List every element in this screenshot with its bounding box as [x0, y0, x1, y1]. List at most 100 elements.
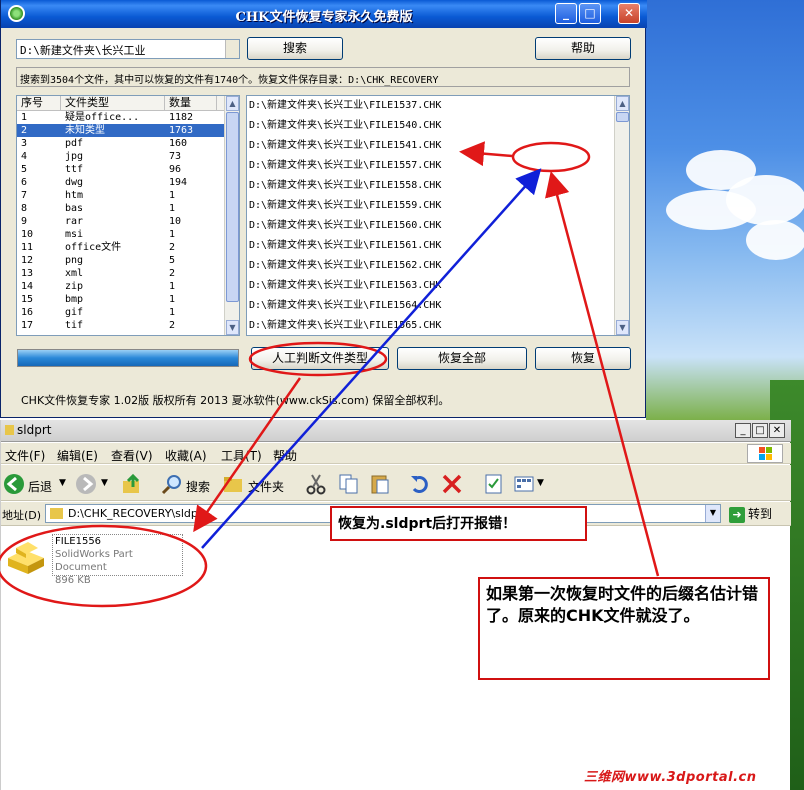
maximize-button[interactable]: □ [752, 423, 768, 438]
table-row[interactable]: 6 dwg 194 [17, 176, 239, 189]
table-row[interactable]: 9 rar 10 [17, 215, 239, 228]
list-item[interactable]: D:\新建文件夹\长兴工业\FILE1564.CHK [247, 296, 629, 316]
table-row[interactable]: 2 未知类型 1763 [17, 124, 239, 137]
table-row[interactable]: 1 疑是office... 1182 [17, 111, 239, 124]
close-button[interactable]: ✕ [618, 3, 640, 24]
forward-arrow-icon[interactable] [75, 473, 97, 495]
scroll-up-icon[interactable]: ▲ [616, 96, 629, 111]
row-type: msi [65, 229, 84, 240]
copy-icon[interactable] [338, 473, 360, 495]
file-size: 896 KB [55, 575, 91, 586]
row-count: 2 [169, 242, 176, 253]
folders-icon[interactable] [222, 473, 244, 495]
folders-button[interactable]: 文件夹 [248, 478, 284, 495]
status-text: 搜索到3504个文件，其中可以恢复的文件有1740个。恢复文件保存目录：D:\C… [16, 67, 630, 87]
column-header-type[interactable]: 文件类型 [61, 96, 165, 110]
scroll-thumb[interactable] [226, 112, 239, 302]
table-row[interactable]: 8 bas 1 [17, 202, 239, 215]
row-index: 6 [21, 177, 28, 188]
annotation-warning-note: 如果第一次恢复时文件的后缀名估计错了。原来的CHK文件就没了。 [478, 577, 770, 680]
table-row[interactable]: 3 pdf 160 [17, 137, 239, 150]
table-row[interactable]: 17 tif 2 [17, 319, 239, 332]
search-button[interactable]: 搜索 [247, 37, 343, 60]
table-row[interactable]: 14 zip 1 [17, 280, 239, 293]
list-item[interactable]: D:\新建文件夹\长兴工业\FILE1541.CHK [247, 136, 629, 156]
table-row[interactable]: 16 gif 1 [17, 306, 239, 319]
list-item[interactable]: D:\新建文件夹\长兴工业\FILE1558.CHK [247, 176, 629, 196]
windows-logo-icon [747, 444, 783, 463]
file-type-table[interactable]: 序号 文件类型 数量 1 疑是office... 1182 2 未知类型 1763 3 pdf… [16, 95, 240, 336]
scroll-up-icon[interactable]: ▲ [226, 96, 239, 111]
progress-bar [17, 349, 239, 367]
scroll-down-icon[interactable]: ▼ [226, 320, 239, 335]
path-dropdown[interactable] [225, 40, 239, 58]
properties-icon[interactable] [483, 473, 505, 495]
menu-view[interactable]: 查看(V) [111, 447, 153, 464]
table-row[interactable]: 5 ttf 96 [17, 163, 239, 176]
list-item[interactable]: D:\新建文件夹\长兴工业\FILE1563.CHK [247, 276, 629, 296]
delete-icon[interactable] [441, 473, 463, 495]
help-button[interactable]: 帮助 [535, 37, 631, 60]
forward-dropdown-icon[interactable]: ▼ [101, 478, 108, 488]
list-item[interactable]: D:\新建文件夹\长兴工业\FILE1559.CHK [247, 196, 629, 216]
row-count: 1763 [169, 125, 194, 136]
scroll-down-icon[interactable]: ▼ [616, 320, 629, 335]
menu-edit[interactable]: 编辑(E) [57, 447, 98, 464]
row-count: 1182 [169, 112, 194, 123]
menu-favorites[interactable]: 收藏(A) [165, 447, 207, 464]
back-dropdown-icon[interactable]: ▼ [59, 478, 66, 488]
row-count: 10 [169, 216, 182, 227]
list-item[interactable]: D:\新建文件夹\长兴工业\FILE1560.CHK [247, 216, 629, 236]
restore-button[interactable]: 恢复 [535, 347, 631, 370]
table-row[interactable]: 12 png 5 [17, 254, 239, 267]
address-label: 地址(D) [2, 509, 42, 522]
menu-help[interactable]: 帮助 [273, 447, 297, 464]
row-index: 15 [21, 294, 34, 305]
back-button[interactable]: 后退 [28, 478, 52, 495]
maximize-button[interactable]: □ [579, 3, 601, 24]
list-item[interactable]: D:\新建文件夹\长兴工业\FILE1565.CHK [247, 316, 629, 335]
list-item[interactable]: D:\新建文件夹\长兴工业\FILE1562.CHK [247, 256, 629, 276]
list-item[interactable]: D:\新建文件夹\长兴工业\FILE1540.CHK [247, 116, 629, 136]
close-button[interactable]: ✕ [769, 423, 785, 438]
menu-file[interactable]: 文件(F) [5, 447, 45, 464]
list-item[interactable]: D:\新建文件夹\长兴工业\FILE1537.CHK [247, 96, 629, 116]
search-icon[interactable] [161, 473, 183, 495]
file-item[interactable]: FILE1556 SolidWorks Part Document 896 KB [4, 534, 184, 586]
views-icon[interactable] [513, 473, 535, 495]
cut-icon[interactable] [305, 473, 327, 495]
table-row[interactable]: 13 xml 2 [17, 267, 239, 280]
table-row[interactable]: 7 htm 1 [17, 189, 239, 202]
window-title: CHK文件恢复专家永久免费版 [235, 10, 413, 25]
row-count: 73 [169, 151, 182, 162]
manual-type-button[interactable]: 人工判断文件类型 [251, 347, 389, 370]
path-input[interactable]: D:\新建文件夹\长兴工业 [16, 39, 240, 59]
column-header-count[interactable]: 数量 [165, 96, 217, 110]
table-row[interactable]: 15 bmp 1 [17, 293, 239, 306]
column-header-index[interactable]: 序号 [17, 96, 61, 110]
table-row[interactable]: 4 jpg 73 [17, 150, 239, 163]
file-list-scrollbar[interactable]: ▲ ▼ [614, 96, 629, 335]
list-item[interactable]: D:\新建文件夹\长兴工业\FILE1561.CHK [247, 236, 629, 256]
chk-file-list[interactable]: D:\新建文件夹\长兴工业\FILE1537.CHK D:\新建文件夹\长兴工业\… [246, 95, 630, 336]
list-item[interactable]: D:\新建文件夹\长兴工业\FILE1557.CHK [247, 156, 629, 176]
go-button[interactable]: ➜ 转到 [729, 505, 772, 523]
row-count: 1 [169, 229, 176, 240]
menu-tools[interactable]: 工具(T) [221, 447, 262, 464]
table-row[interactable]: 10 msi 1 [17, 228, 239, 241]
back-arrow-icon[interactable] [3, 473, 25, 495]
type-table-scrollbar[interactable]: ▲ ▼ [224, 96, 239, 335]
undo-icon[interactable] [409, 473, 431, 495]
minimize-button[interactable]: _ [735, 423, 751, 438]
paste-icon[interactable] [369, 473, 391, 495]
search-button[interactable]: 搜索 [186, 478, 210, 495]
row-index: 16 [21, 307, 34, 318]
address-dropdown-icon[interactable]: ▼ [705, 505, 720, 522]
views-dropdown-icon[interactable]: ▼ [537, 478, 544, 488]
restore-all-button[interactable]: 恢复全部 [397, 347, 527, 370]
desktop-wallpaper [646, 0, 804, 420]
minimize-button[interactable]: _ [555, 3, 577, 24]
table-row[interactable]: 11 office文件 2 [17, 241, 239, 254]
scroll-thumb[interactable] [616, 112, 629, 122]
up-folder-icon[interactable] [121, 473, 143, 495]
